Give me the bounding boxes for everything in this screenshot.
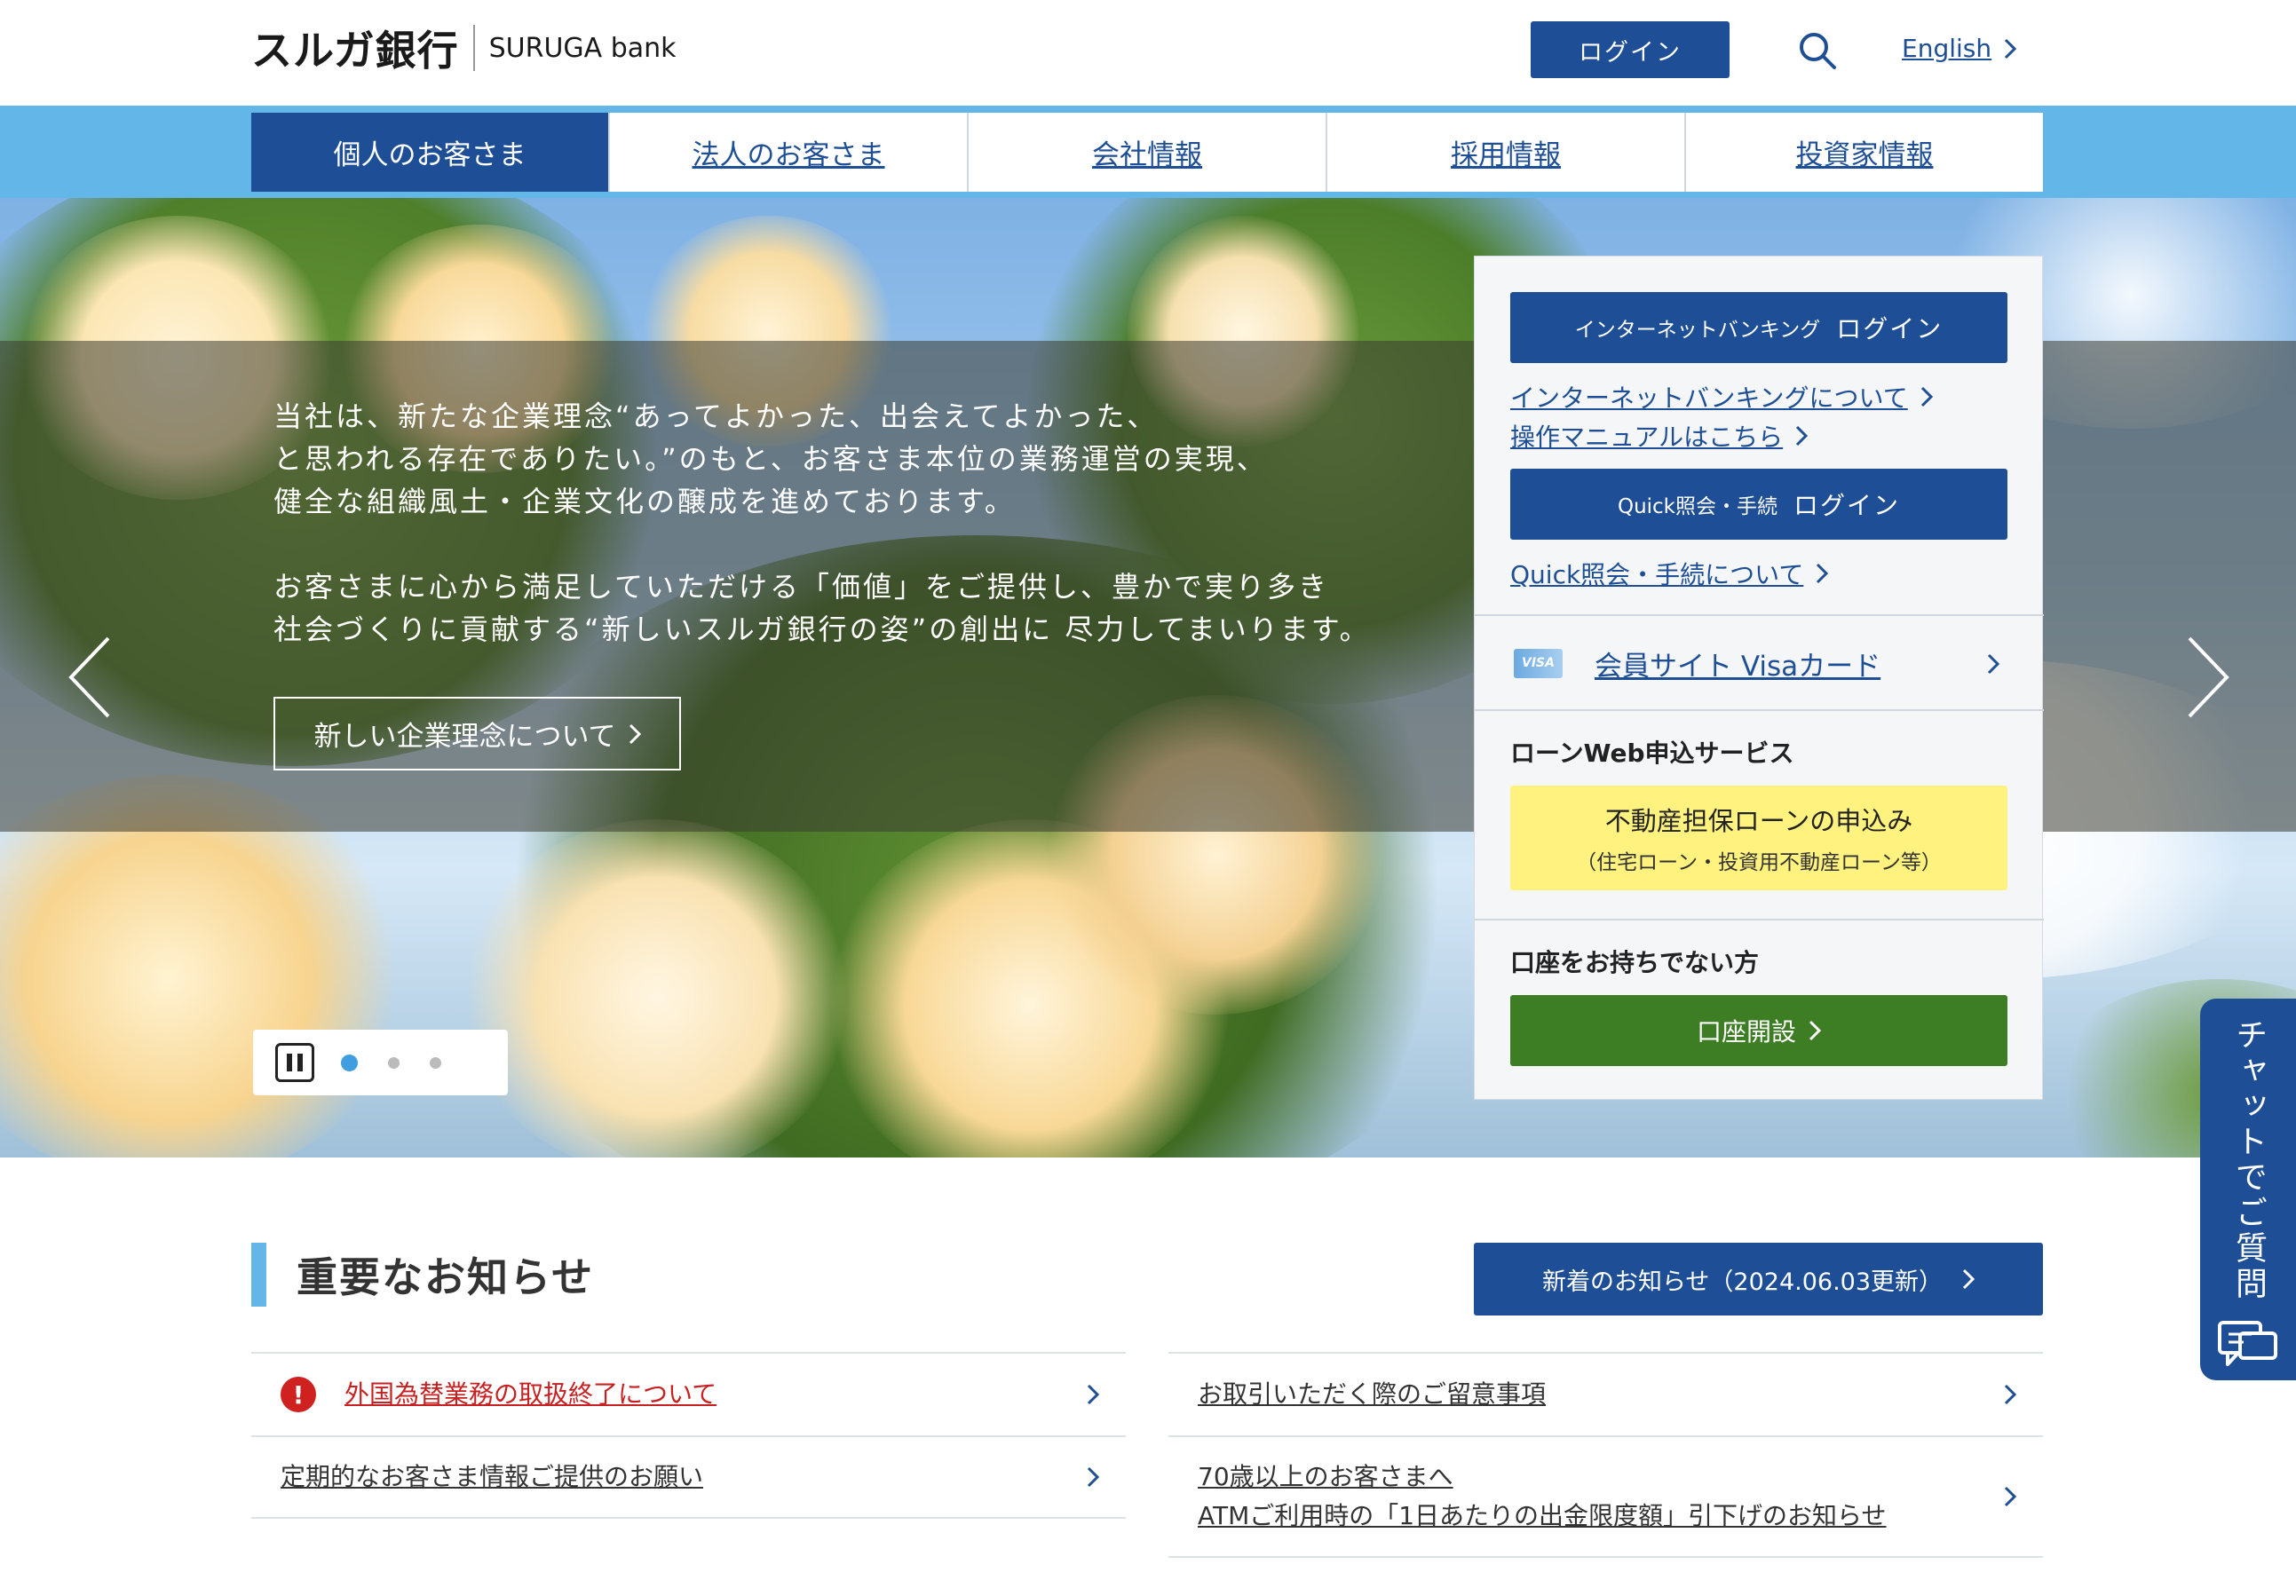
manual-label: 操作マニュアルはこちら xyxy=(1510,423,1784,452)
list-item[interactable]: 定期的なお客さま情報ご提供のお願い xyxy=(251,1435,1126,1519)
alert-icon: ! xyxy=(281,1377,316,1412)
operation-manual-link[interactable]: 操作マニュアルはこちら xyxy=(1510,418,1809,454)
pause-icon[interactable] xyxy=(275,1043,314,1082)
nav-tab-investor[interactable]: 投資家情報 xyxy=(1684,113,2043,192)
quick-about-link[interactable]: Quick照会・手続について xyxy=(1510,556,1829,591)
notice-link[interactable]: 外国為替業務の取扱終了について xyxy=(344,1375,717,1414)
carousel-dot[interactable] xyxy=(341,1054,358,1071)
carousel-dot[interactable] xyxy=(388,1056,400,1069)
chevron-right-icon xyxy=(1920,386,1933,407)
carousel-controls xyxy=(253,1030,508,1095)
suruga-bank-logo[interactable]: スルガ銀行 SURUGA bank xyxy=(251,21,677,75)
corporate-philosophy-label: 新しい企業理念について xyxy=(313,721,616,753)
hero-line: 社会づくりに貢献する“新しいスルガ銀行の姿”の創出に 尽力してまいります。 xyxy=(273,612,1371,646)
hero-line: 当社は、新たな企業理念“あってよかった、出会えてよかった、 xyxy=(273,399,1159,433)
open-account-button[interactable]: 口座開設 xyxy=(1510,995,2007,1066)
hero-rose xyxy=(0,775,408,1157)
chevron-right-icon xyxy=(2005,38,2017,59)
login-panel: インターネットバンキング ログイン インターネットバンキングについて 操作マニュ… xyxy=(1474,256,2044,1100)
notice-link[interactable]: 70歳以上のお客さまへ ATMご利用時の「1日あたりの出金限度額」引下げのお知ら… xyxy=(1198,1458,1887,1536)
internet-banking-login-button[interactable]: インターネットバンキング ログイン xyxy=(1510,292,2007,363)
hero-line: お客さまに心から満足していただける「価値」をご提供し、豊かで実り多き xyxy=(273,570,1330,604)
nav-tab-corporate[interactable]: 法人のお客さま xyxy=(608,113,967,192)
chevron-right-icon xyxy=(2004,1384,2016,1405)
notice-link[interactable]: 定期的なお客さま情報ご提供のお願い xyxy=(281,1458,703,1497)
list-item[interactable]: お取引いただく際のご留意事項 xyxy=(1168,1352,2043,1435)
notice-link[interactable]: お取引いただく際のご留意事項 xyxy=(1198,1375,1546,1414)
visa-card-icon: VISA xyxy=(1514,648,1563,678)
chevron-right-icon xyxy=(629,723,641,744)
nav-tab-recruit[interactable]: 採用情報 xyxy=(1326,113,1684,192)
notices-right-column: お取引いただく際のご留意事項 70歳以上のお客さまへ ATMご利用時の「1日あた… xyxy=(1168,1352,2043,1558)
carousel-dots xyxy=(341,1054,441,1071)
chat-support-tab[interactable]: チャットでご質問 xyxy=(2200,999,2296,1380)
chevron-right-icon xyxy=(1987,653,1999,675)
corporate-philosophy-button[interactable]: 新しい企業理念について xyxy=(273,697,681,770)
ib-about-label: インターネットバンキングについて xyxy=(1510,383,1908,413)
notice-line: 70歳以上のお客さまへ xyxy=(1198,1462,1453,1491)
global-nav: 個人のお客さま 法人のお客さま 会社情報 採用情報 投資家情報 xyxy=(251,113,2043,192)
chevron-right-icon xyxy=(1809,1020,1821,1041)
visa-member-site-label: 会員サイト Visaカード xyxy=(1595,650,1881,683)
visa-member-site-link[interactable]: VISA 会員サイト Visaカード xyxy=(1475,616,2044,710)
search-icon[interactable] xyxy=(1797,30,1838,71)
carousel-prev-arrow-icon[interactable] xyxy=(64,633,117,722)
chevron-right-icon xyxy=(1087,1466,1099,1488)
hero-message: 当社は、新たな企業理念“あってよかった、出会えてよかった、 と思われる存在であり… xyxy=(273,395,1428,651)
loan-apply-sublabel: （住宅ローン・投資用不動産ローン等） xyxy=(1576,851,1942,874)
notice-line: ATMご利用時の「1日あたりの出金限度額」引下げのお知らせ xyxy=(1198,1501,1887,1530)
ib-login-label-small: インターネットバンキング xyxy=(1574,319,1821,342)
logo-japanese: スルガ銀行 xyxy=(251,27,459,75)
latest-news-button[interactable]: 新着のお知らせ（2024.06.03更新） xyxy=(1474,1243,2043,1316)
logo-separator xyxy=(472,25,475,71)
open-account-label: 口座開設 xyxy=(1696,1017,1796,1047)
section-title: 重要なお知らせ xyxy=(297,1253,595,1301)
hero-rose xyxy=(462,819,852,1157)
list-item[interactable]: ! 外国為替業務の取扱終了について xyxy=(251,1352,1126,1435)
hero-paragraph-2: お客さまに心から満足していただける「価値」をご提供し、豊かで実り多き 社会づくり… xyxy=(273,565,1428,651)
panel-divider xyxy=(1475,709,2044,711)
list-item[interactable]: 70歳以上のお客さまへ ATMご利用時の「1日あたりの出金限度額」引下げのお知ら… xyxy=(1168,1435,2043,1558)
hero-line: 健全な組織風土・企業文化の醸成を進めております。 xyxy=(273,485,1016,518)
quick-login-label-large: ログイン xyxy=(1793,491,1901,520)
internet-banking-about-link[interactable]: インターネットバンキングについて xyxy=(1510,379,1933,415)
carousel-next-arrow-icon[interactable] xyxy=(2181,633,2234,722)
chat-bubble-icon xyxy=(2218,1321,2277,1366)
loan-apply-label: 不動産担保ローンの申込み xyxy=(1604,806,1913,836)
notices-left-column: ! 外国為替業務の取扱終了について 定期的なお客さま情報ご提供のお願い xyxy=(251,1352,1126,1519)
site-header: スルガ銀行 SURUGA bank ログイン English xyxy=(0,0,2296,106)
chevron-right-icon xyxy=(1962,1268,1975,1290)
quick-login-button[interactable]: Quick照会・手続 ログイン xyxy=(1510,469,2007,540)
section-accent-bar xyxy=(251,1243,266,1307)
no-account-heading: 口座をお持ちでない方 xyxy=(1510,948,1760,977)
nav-tab-company-info[interactable]: 会社情報 xyxy=(967,113,1326,192)
ib-login-label-large: ログイン xyxy=(1836,314,1944,344)
chat-label: チャットでご質問 xyxy=(2230,1018,2267,1302)
english-link-label: English xyxy=(1902,34,1992,63)
chevron-right-icon xyxy=(1817,563,1829,584)
hero-paragraph-1: 当社は、新たな企業理念“あってよかった、出会えてよかった、 と思われる存在であり… xyxy=(273,395,1428,523)
chevron-right-icon xyxy=(1087,1384,1099,1405)
hero-line: と思われる存在でありたい。”のもと、お客さま本位の業務運営の実現、 xyxy=(273,442,1268,476)
logo-english: SURUGA bank xyxy=(488,32,677,64)
panel-divider xyxy=(1475,919,2044,920)
quick-about-label: Quick照会・手続について xyxy=(1510,560,1804,589)
english-link[interactable]: English xyxy=(1902,34,2017,63)
chevron-right-icon xyxy=(2004,1486,2016,1507)
carousel-dot[interactable] xyxy=(430,1056,441,1069)
quick-login-label-small: Quick照会・手続 xyxy=(1617,495,1778,518)
chevron-right-icon xyxy=(1796,425,1809,446)
latest-news-label: 新着のお知らせ（2024.06.03更新） xyxy=(1541,1268,1944,1296)
important-notices-header: 重要なお知らせ xyxy=(251,1243,594,1307)
real-estate-loan-apply-button[interactable]: 不動産担保ローンの申込み （住宅ローン・投資用不動産ローン等） xyxy=(1510,786,2007,890)
header-login-button[interactable]: ログイン xyxy=(1531,21,1730,78)
nav-tab-personal[interactable]: 個人のお客さま xyxy=(251,113,608,192)
loan-web-heading: ローンWeb申込サービス xyxy=(1510,739,1794,768)
